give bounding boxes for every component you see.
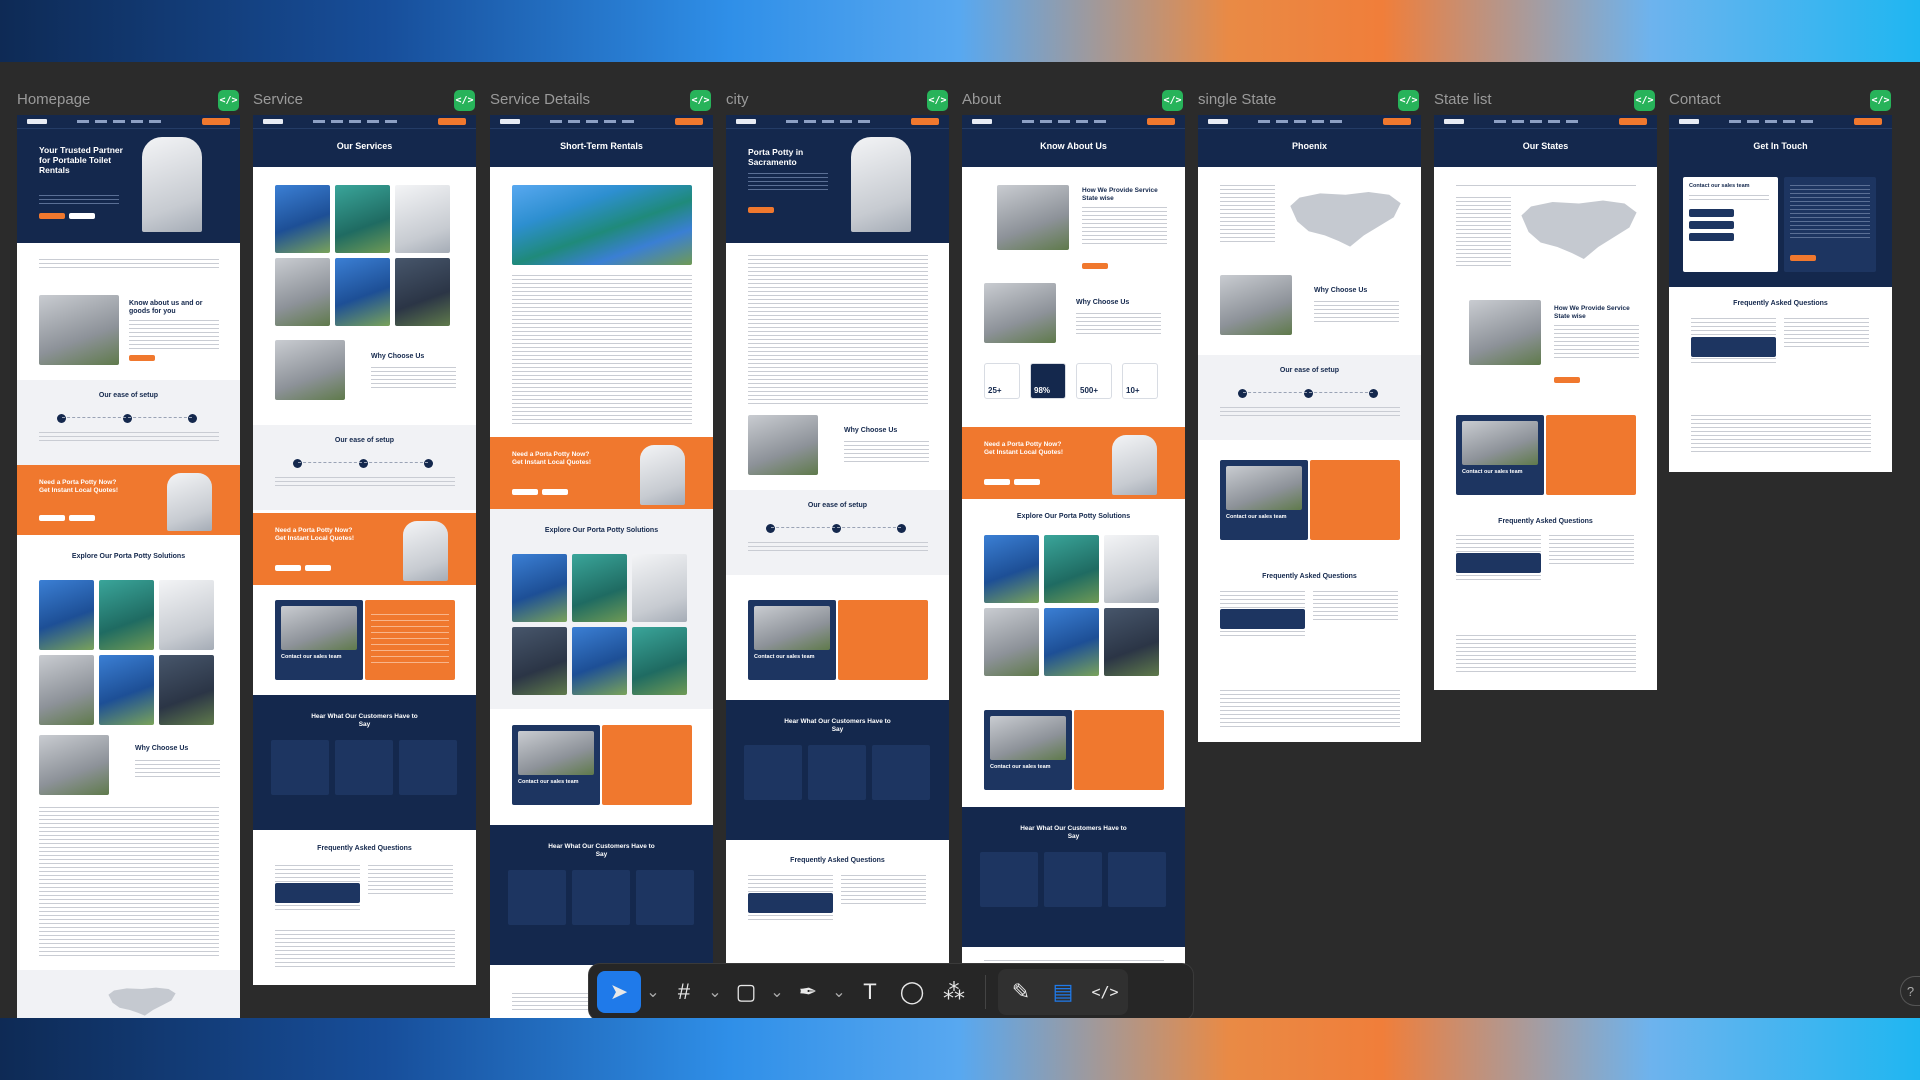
frame-icon: # xyxy=(677,979,691,1004)
bottom-gradient-band xyxy=(0,1018,1920,1080)
frame-label-contact[interactable]: Contact xyxy=(1669,91,1721,108)
hero-title: Our Services xyxy=(336,141,393,151)
rectangle-icon: ▢ xyxy=(735,979,757,1004)
dev-mode-icon[interactable]: </> xyxy=(927,90,948,111)
hero-title: Phoenix xyxy=(1291,141,1327,151)
contact-form[interactable] xyxy=(1784,177,1876,272)
frame-service-details[interactable]: Short-Term Rentals Need a Porta Potty No… xyxy=(490,115,713,1018)
actions-tool[interactable]: ⁂ xyxy=(935,971,973,1013)
hero-title: Short-Term Rentals xyxy=(560,141,643,151)
usa-map xyxy=(1290,192,1401,247)
dev-mode-icon[interactable]: </> xyxy=(690,90,711,111)
dev-mode-icon[interactable]: </> xyxy=(1634,90,1655,111)
chevron-down-icon[interactable]: ⌄ xyxy=(831,971,847,1013)
toilet-image xyxy=(142,137,202,232)
hero-secondary-button[interactable] xyxy=(69,213,95,219)
shape-tool[interactable]: ▢ xyxy=(727,971,765,1013)
chevron-down-icon[interactable]: ⌄ xyxy=(645,971,661,1013)
stat-satisfaction: 98% xyxy=(1030,363,1066,399)
frame-city[interactable]: Porta Potty in Sacramento Why Choose Us … xyxy=(726,115,949,1018)
frame-about[interactable]: Know About Us How We Provide Service Sta… xyxy=(962,115,1185,1018)
frame-label-service[interactable]: Service xyxy=(253,91,303,108)
bottom-toolbar: ➤ ⌄ # ⌄ ▢ ⌄ ✒ ⌄ T ◯ ⁂ ✎ ▤ </> xyxy=(588,963,1194,1021)
site-header xyxy=(17,115,240,129)
frame-tool[interactable]: # xyxy=(665,971,703,1013)
frame-service[interactable]: Our Services Why Choose Us Our ease of s… xyxy=(253,115,476,985)
frame-homepage[interactable]: Your Trusted Partner for Portable Toilet… xyxy=(17,115,240,1018)
frame-label-state-list[interactable]: State list xyxy=(1434,91,1492,108)
cursor-icon: ➤ xyxy=(609,979,629,1004)
text-icon: T xyxy=(863,979,877,1004)
about-title: Know about us and or goods for you xyxy=(129,300,203,315)
cta-section: Need a Porta Potty Now? Get Instant Loca… xyxy=(17,465,240,535)
dev-mode-icon[interactable]: </> xyxy=(1398,90,1419,111)
hero-title: Know About Us xyxy=(1040,141,1107,151)
setup-steps xyxy=(57,412,197,424)
code-icon: </> xyxy=(1091,983,1119,1001)
draw-icon: ✎ xyxy=(1011,979,1031,1004)
dev-mode-icon[interactable]: </> xyxy=(218,90,239,111)
hero-cta-button[interactable] xyxy=(39,213,65,219)
design-mode[interactable]: ▤ xyxy=(1044,971,1082,1013)
hero-title: Your Trusted Partner for Portable Toilet… xyxy=(39,145,123,175)
stat-states: 10+ xyxy=(1122,363,1158,399)
design-canvas[interactable]: Homepage </> Service </> Service Details… xyxy=(0,62,1920,1018)
hero-title: Our States xyxy=(1522,141,1569,151)
usa-map xyxy=(1521,200,1637,259)
chevron-down-icon[interactable]: ⌄ xyxy=(707,971,723,1013)
frame-label-single-state[interactable]: single State xyxy=(1198,91,1276,108)
frame-single-state[interactable]: Phoenix Why Choose Us Our ease of setup … xyxy=(1198,115,1421,742)
design-icon: ▤ xyxy=(1052,979,1074,1004)
comment-icon: ◯ xyxy=(899,979,925,1004)
dev-mode[interactable]: </> xyxy=(1086,971,1124,1013)
frame-label-about[interactable]: About xyxy=(962,91,1001,108)
frame-label-city[interactable]: city xyxy=(726,91,749,108)
draw-mode[interactable]: ✎ xyxy=(1002,971,1040,1013)
actions-icon: ⁂ xyxy=(943,979,965,1004)
chevron-down-icon[interactable]: ⌄ xyxy=(769,971,785,1013)
dev-mode-icon[interactable]: </> xyxy=(454,90,475,111)
comment-tool[interactable]: ◯ xyxy=(893,971,931,1013)
hero-title: Get In Touch xyxy=(1753,141,1808,151)
hero-section: Your Trusted Partner for Portable Toilet… xyxy=(17,115,240,243)
move-tool[interactable]: ➤ xyxy=(597,971,641,1013)
toolbar-divider xyxy=(985,975,986,1009)
pen-tool[interactable]: ✒ xyxy=(789,971,827,1013)
frame-state-list[interactable]: Our States How We Provide Service State … xyxy=(1434,115,1657,690)
frame-contact[interactable]: Get In Touch Contact our sales team Freq… xyxy=(1669,115,1892,472)
hero-title: Porta Potty in Sacramento xyxy=(748,147,804,167)
pen-icon: ✒ xyxy=(798,979,818,1004)
about-image xyxy=(39,295,119,365)
mode-switcher: ✎ ▤ </> xyxy=(998,969,1128,1015)
stat-units: 500+ xyxy=(1076,363,1112,399)
frame-label-homepage[interactable]: Homepage xyxy=(17,91,90,108)
setup-title: Our ease of setup xyxy=(98,392,159,399)
frame-label-service-details[interactable]: Service Details xyxy=(490,91,590,108)
dev-mode-icon[interactable]: </> xyxy=(1870,90,1891,111)
top-gradient-band xyxy=(0,0,1920,62)
dev-mode-icon[interactable]: </> xyxy=(1162,90,1183,111)
stat-years: 25+ xyxy=(984,363,1020,399)
text-tool[interactable]: T xyxy=(851,971,889,1013)
